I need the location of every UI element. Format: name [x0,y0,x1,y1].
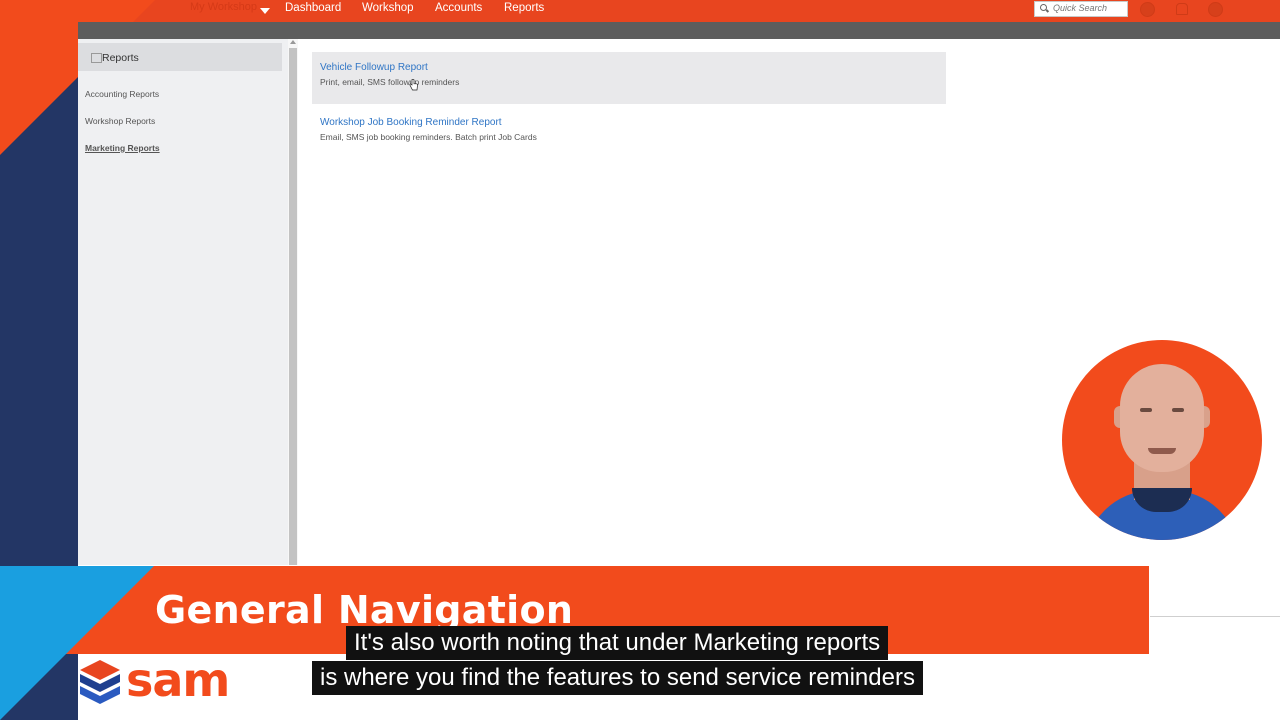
nav-dashboard[interactable]: Dashboard [285,2,341,14]
sidebar-title: Reports [102,52,139,64]
caption-line-1: It's also worth noting that under Market… [346,626,889,660]
hub-selector-label[interactable]: My Workshop [190,1,257,13]
brand-name: sam [126,653,230,707]
divider [1150,616,1280,617]
presenter-eye [1140,408,1152,412]
scrollbar-thumb[interactable] [289,48,297,565]
hand-cursor-icon [409,79,418,91]
presenter-face [1120,364,1204,472]
report-card-job-booking-reminder[interactable]: Workshop Job Booking Reminder Report Ema… [312,105,946,145]
presenter-avatar [1062,340,1262,540]
sub-header-bar [78,22,1280,39]
nav-accounts[interactable]: Accounts [435,2,482,14]
sidebar: Reports Accounting Reports Workshop Repo… [78,39,288,565]
sidebar-item-workshop-reports[interactable]: Workshop Reports [85,116,155,126]
presenter-eye [1172,408,1184,412]
report-description: Print, email, SMS followup reminders [320,77,460,87]
sidebar-item-accounting-reports[interactable]: Accounting Reports [85,89,159,99]
caption-line-2: is where you find the features to send s… [312,661,923,695]
nav-reports[interactable]: Reports [504,2,544,14]
sidebar-header: Reports [78,43,282,71]
reports-icon [91,53,102,63]
report-description: Email, SMS job booking reminders. Batch … [320,132,537,142]
quick-search-input[interactable] [1053,3,1123,13]
sidebar-scrollbar[interactable] [288,39,298,565]
presenter-mouth [1148,448,1176,454]
notification-icon[interactable] [1176,3,1188,15]
report-title[interactable]: Workshop Job Booking Reminder Report [320,117,502,128]
report-card-vehicle-followup[interactable]: Vehicle Followup Report Print, email, SM… [312,52,946,104]
sidebar-item-marketing-reports[interactable]: Marketing Reports [85,143,160,153]
report-title[interactable]: Vehicle Followup Report [320,62,428,73]
nav-workshop[interactable]: Workshop [362,2,414,14]
settings-icon[interactable] [1140,2,1155,17]
help-icon[interactable] [1208,2,1223,17]
scroll-up-icon[interactable] [290,40,296,44]
chevron-down-icon[interactable] [260,8,270,14]
quick-search[interactable] [1034,1,1128,17]
search-icon [1040,4,1047,11]
